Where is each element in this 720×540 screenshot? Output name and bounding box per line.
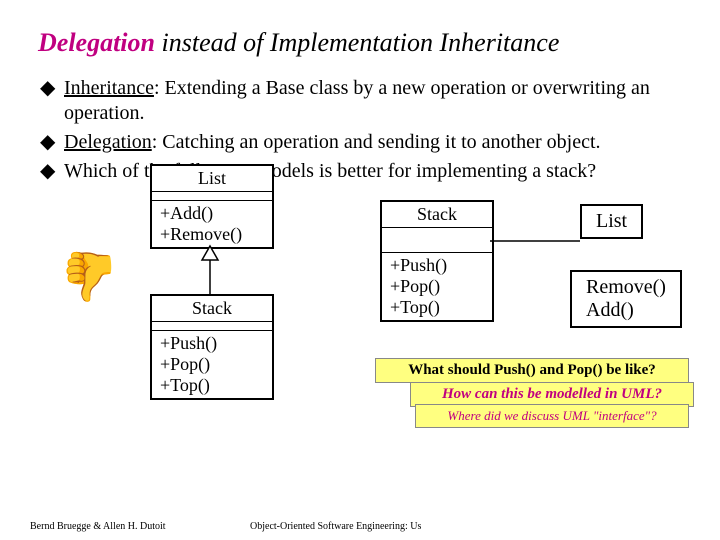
bullet-item: ◆ Which of the following models is bette… [40,159,690,184]
bullet-text: Which of the following models is better … [64,159,596,184]
bullet-icon: ◆ [40,130,64,155]
uml-class-name: List [152,166,272,192]
bullet-icon: ◆ [40,159,64,184]
bullet-list: ◆ Inheritance: Extending a Base class by… [40,76,690,184]
uml-class-list-ops: Remove() Add() [570,270,682,328]
uml-attrs-empty [382,228,492,253]
association-line [490,236,580,246]
uml-class-stack-deleg: Stack +Push() +Pop() +Top() [380,200,494,322]
thumbs-down-icon: 👎 [60,248,120,305]
uml-class-stack-inherit: Stack +Push() +Pop() +Top() [150,294,274,400]
title-emph: Delegation [38,28,155,57]
uml-attrs-empty [152,322,272,331]
uml-ops: +Push() +Pop() +Top() [382,253,492,320]
uml-class-name: Stack [382,202,492,228]
uml-ops: +Add() +Remove() [152,201,272,247]
title-rest: instead of Implementation Inheritance [155,28,559,57]
diagram-area: List +Add() +Remove() Stack +Push() +Pop… [0,188,720,488]
callout-question-3: Where did we discuss UML "interface"? [415,404,689,428]
callout-question-1: What should Push() and Pop() be like? [375,358,689,383]
bullet-item: ◆ Delegation: Catching an operation and … [40,130,690,155]
uml-class-list-inherit: List +Add() +Remove() [150,164,274,249]
footer-book-title: Object-Oriented Software Engineering: Us [250,521,421,532]
bullet-item: ◆ Inheritance: Extending a Base class by… [40,76,690,126]
uml-class-name: Stack [152,296,272,322]
bullet-text: Inheritance: Extending a Base class by a… [64,76,690,126]
bullet-icon: ◆ [40,76,64,126]
uml-ops: +Push() +Pop() +Top() [152,331,272,398]
uml-attrs-empty [152,192,272,201]
footer-authors: Bernd Bruegge & Allen H. Dutoit [30,521,166,532]
uml-class-list-name: List [580,204,643,239]
slide-title: Delegation instead of Implementation Inh… [38,28,690,58]
inheritance-arrow [150,246,270,296]
bullet-text: Delegation: Catching an operation and se… [64,130,601,155]
